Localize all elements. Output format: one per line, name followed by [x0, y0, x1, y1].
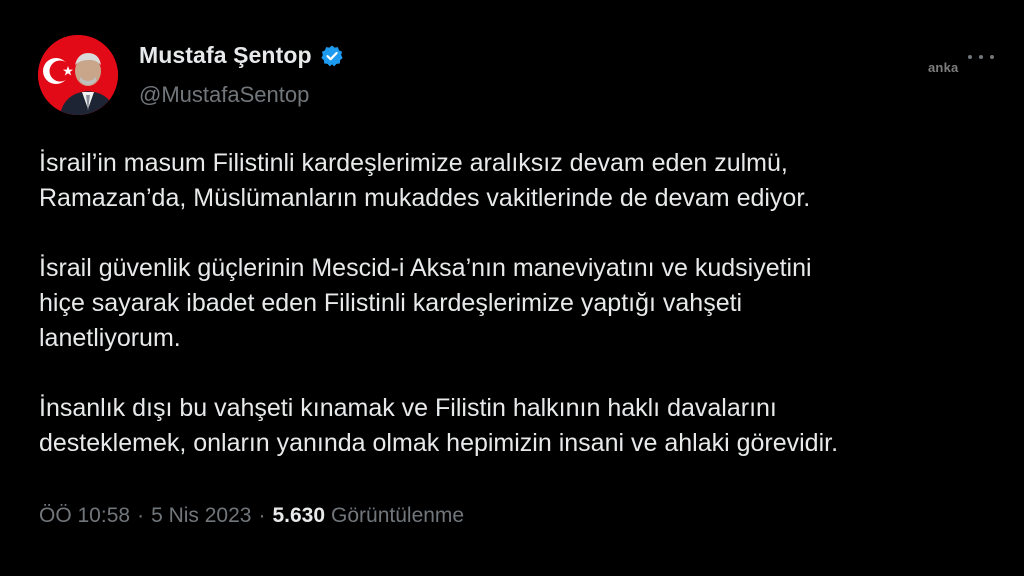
more-options-icon[interactable]	[968, 52, 994, 62]
tweet-paragraph: İnsanlık dışı bu vahşeti kınamak ve Fili…	[39, 394, 839, 457]
tweet-meta: ÖÖ 10:58 · 5 Nis 2023 · 5.630 Görüntülen…	[39, 504, 464, 528]
tweet-card: Mustafa Şentop @MustafaSentop anka İsrai…	[0, 0, 1024, 576]
author-avatar[interactable]	[38, 35, 118, 115]
tweet-paragraph: İsrail güvenlik güçlerinin Mescid-i Aksa…	[39, 254, 812, 352]
more-dot	[990, 55, 994, 59]
more-dot	[968, 55, 972, 59]
author-name-row: Mustafa Şentop	[139, 42, 344, 69]
verified-badge-icon[interactable]	[320, 44, 344, 68]
watermark-logo: anka	[928, 60, 959, 75]
tweet-paragraph: İsrail’in masum Filistinli kardeşlerimiz…	[39, 149, 811, 212]
meta-separator: ·	[137, 504, 145, 527]
tweet-text: İsrail’in masum Filistinli kardeşlerimiz…	[39, 146, 999, 496]
views-count: 5.630	[272, 504, 326, 527]
tweet-time[interactable]: ÖÖ 10:58	[39, 504, 130, 528]
profile-avatar-with-flag	[38, 35, 118, 115]
meta-separator: ·	[258, 504, 266, 527]
author-display-name[interactable]: Mustafa Şentop	[139, 42, 312, 69]
views-label: Görüntülenme	[331, 504, 465, 527]
tweet-date[interactable]: 5 Nis 2023	[151, 504, 251, 528]
author-handle[interactable]: @MustafaSentop	[139, 82, 309, 108]
more-dot	[979, 55, 983, 59]
